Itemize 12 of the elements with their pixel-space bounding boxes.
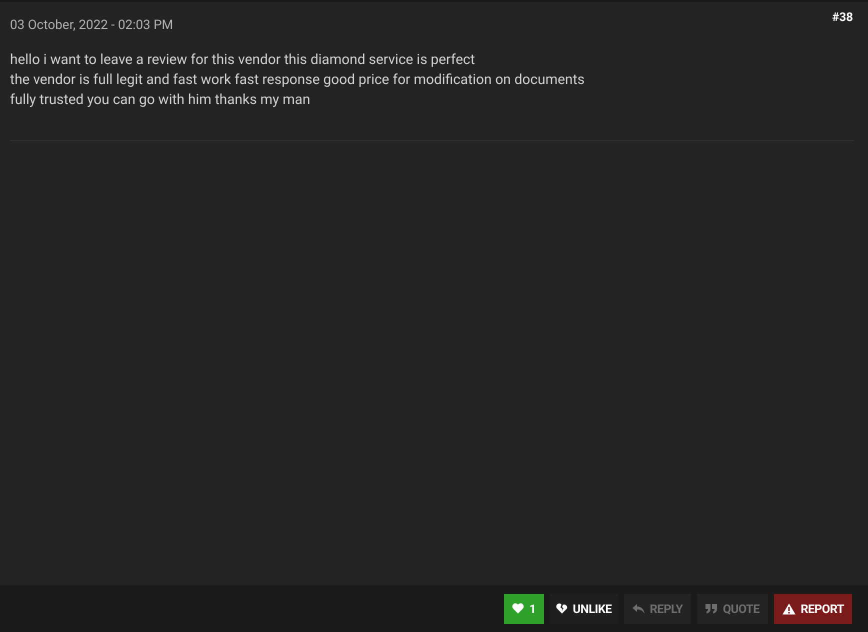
post-text-line: fully trusted you can go with him thanks my man xyxy=(10,90,310,110)
post-text-line: the vendor is full legit and fast work fast response good price for modification on documents xyxy=(10,70,585,90)
broken-heart-icon xyxy=(556,603,568,614)
reply-arrow-icon xyxy=(632,603,645,614)
warning-icon xyxy=(782,602,796,614)
quote-icon xyxy=(704,603,718,614)
heart-icon xyxy=(512,603,524,614)
post-date: 03 October, 2022 - 02:03 PM xyxy=(10,17,174,35)
post-text-line: hello i want to leave a review for this vendor this diamond service is perfect xyxy=(10,50,475,70)
report-button[interactable]: REPORT xyxy=(774,594,852,624)
unlike-button[interactable]: UNLIKE xyxy=(550,594,618,624)
post-number[interactable]: #38 xyxy=(832,8,853,26)
